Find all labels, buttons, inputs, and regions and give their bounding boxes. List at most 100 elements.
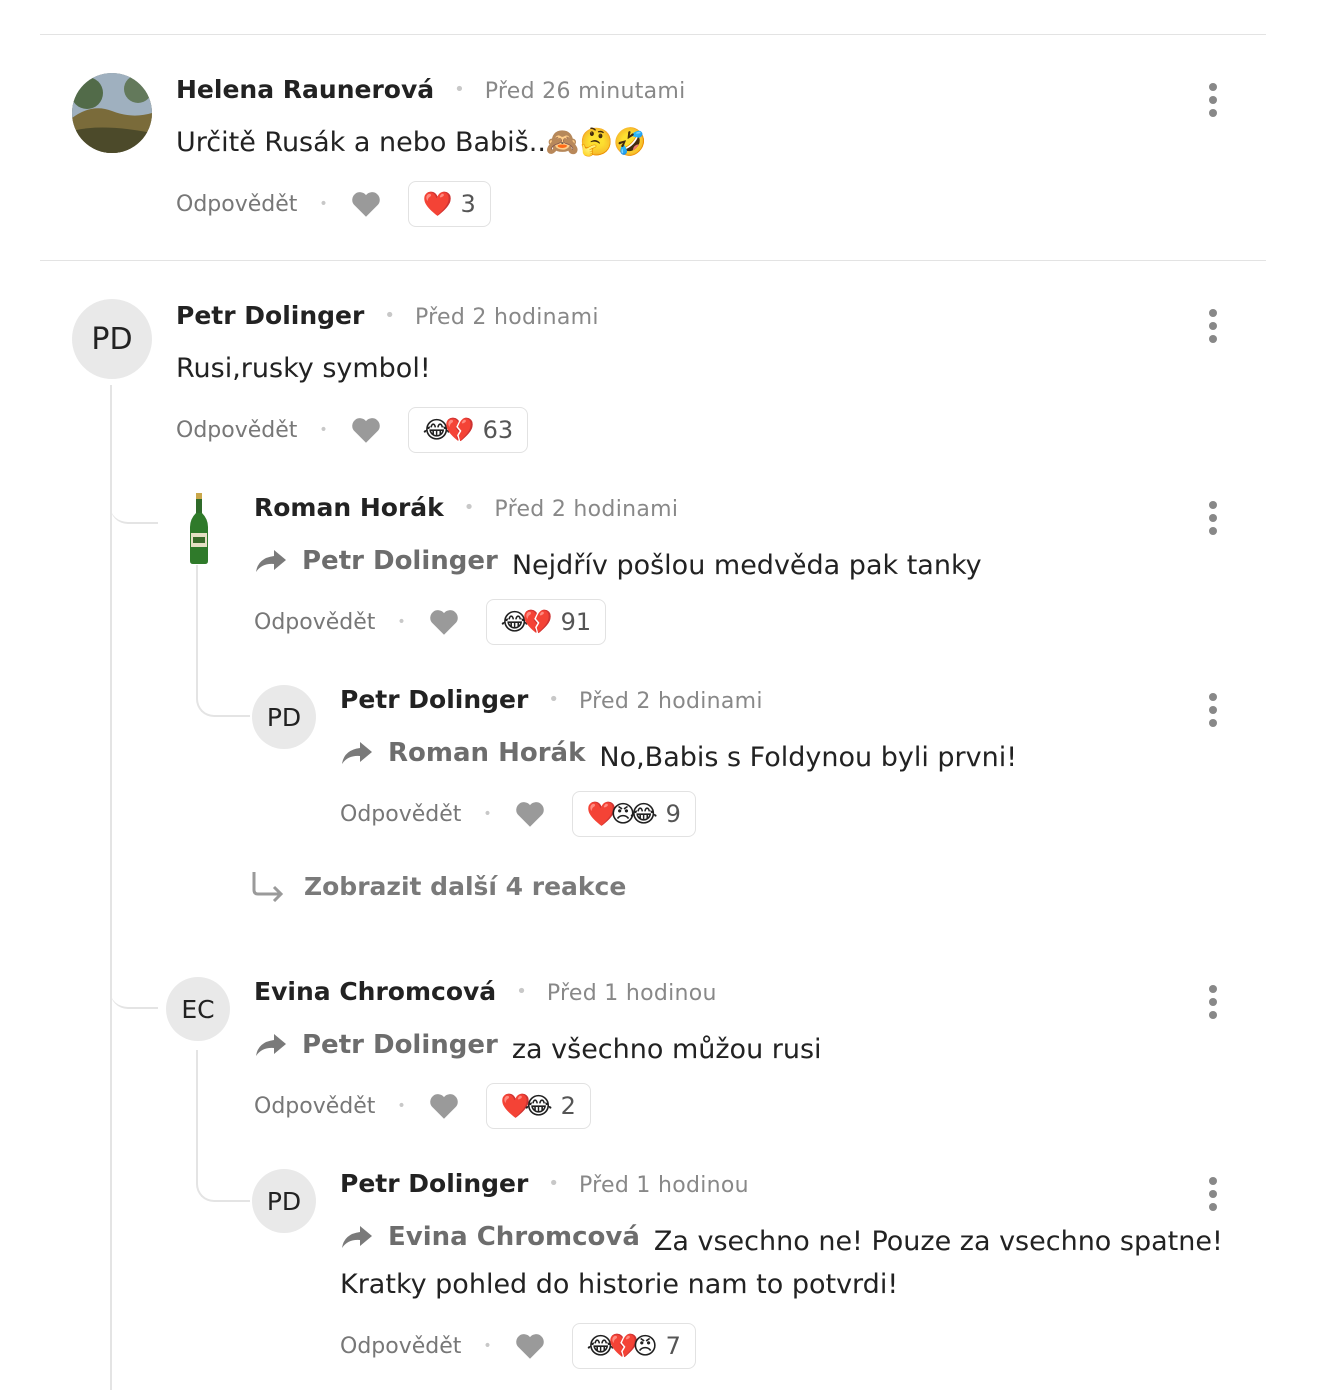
author-name[interactable]: Petr Dolinger xyxy=(176,301,364,330)
meta-separator: • xyxy=(454,79,465,100)
reply-to-name[interactable]: Petr Dolinger xyxy=(302,1021,498,1069)
more-options-icon[interactable] xyxy=(1208,693,1218,727)
reply-button[interactable]: Odpovědět xyxy=(254,1094,375,1119)
reply-to-name[interactable]: Roman Horák xyxy=(388,729,585,777)
reaction-emojis: 😂 💔 😠 xyxy=(587,1332,658,1360)
reply-reference[interactable]: Petr Dolinger xyxy=(254,1021,498,1069)
thread-elbow xyxy=(110,470,158,524)
reaction-emoji: 💔 xyxy=(522,608,553,636)
reaction-count: 9 xyxy=(665,800,681,828)
comment-divider xyxy=(40,260,1266,261)
author-name[interactable]: Petr Dolinger xyxy=(340,1169,528,1198)
more-options-icon[interactable] xyxy=(1208,1177,1218,1211)
show-more-label: Zobrazit další 4 reakce xyxy=(304,871,627,901)
reaction-emoji: 😂 xyxy=(629,800,658,828)
like-heart-icon[interactable] xyxy=(514,800,546,828)
timestamp: Před 2 hodinami xyxy=(578,689,763,714)
reply-button[interactable]: Odpovědět xyxy=(340,802,461,827)
timestamp: Před 26 minutami xyxy=(484,79,686,104)
reply-arrow-icon xyxy=(256,1034,286,1056)
reply-button[interactable]: Odpovědět xyxy=(176,192,297,217)
reactions-summary[interactable]: 😂 💔 63 xyxy=(407,407,529,453)
reaction-emoji: 💔 xyxy=(444,416,475,444)
thread-elbow xyxy=(110,955,158,1009)
comment-text: Petr Dolinger za všechno můžou rusi xyxy=(254,1021,822,1074)
comment-text: Petr Dolinger Nejdřív pošlou medvěda pak… xyxy=(254,537,982,590)
reply-arrow-icon xyxy=(256,550,286,572)
reply-to-name[interactable]: Petr Dolinger xyxy=(302,537,498,585)
reaction-count: 63 xyxy=(482,416,514,444)
avatar[interactable]: PD xyxy=(72,299,152,379)
comment: PD Petr Dolinger • Před 2 hodinami Rusi,… xyxy=(72,299,1330,469)
timestamp: Před 1 hodinou xyxy=(546,981,717,1006)
top-divider xyxy=(40,34,1266,35)
comment: Helena Raunerová • Před 26 minutami Urči… xyxy=(72,73,1330,243)
reactions-summary[interactable]: ❤️ 3 xyxy=(407,181,491,227)
reactions-summary[interactable]: 😂 💔 91 xyxy=(485,599,607,645)
author-name[interactable]: Petr Dolinger xyxy=(340,685,528,714)
reply-reference[interactable]: Petr Dolinger xyxy=(254,537,498,585)
timestamp: Před 1 hodinou xyxy=(578,1173,749,1198)
avatar[interactable]: PD xyxy=(252,1169,316,1233)
comment-text-emojis: 🙈🤔🤣 xyxy=(545,127,647,158)
timestamp: Před 2 hodinami xyxy=(414,305,599,330)
reactions-summary[interactable]: ❤️ 😠 😂 9 xyxy=(571,791,696,837)
author-name[interactable]: Roman Horák xyxy=(254,493,444,522)
action-separator: • xyxy=(397,614,406,630)
landscape-photo-icon xyxy=(72,73,152,153)
avatar[interactable] xyxy=(72,73,152,153)
like-heart-icon[interactable] xyxy=(350,416,382,444)
comment-text: Evina Chromcová Za vsechno ne! Pouze za … xyxy=(340,1213,1223,1266)
comment-text-content: No,Babis s Foldynou byli prvni! xyxy=(599,742,1018,773)
action-separator: • xyxy=(319,422,328,438)
avatar[interactable]: PD xyxy=(252,685,316,749)
thread-line-main xyxy=(110,385,112,1390)
more-options-icon[interactable] xyxy=(1208,501,1218,535)
meta-separator: • xyxy=(548,689,559,710)
more-options-icon[interactable] xyxy=(1208,309,1218,343)
reaction-count: 7 xyxy=(665,1332,681,1360)
reaction-count: 2 xyxy=(560,1092,576,1120)
show-more-replies-link[interactable]: Zobrazit další 4 reakce xyxy=(250,870,626,902)
avatar[interactable]: EC xyxy=(166,977,230,1041)
action-separator: • xyxy=(397,1098,406,1114)
like-heart-icon[interactable] xyxy=(350,190,382,218)
meta-separator: • xyxy=(463,497,475,518)
reply-to-name[interactable]: Evina Chromcová xyxy=(388,1213,640,1261)
return-arrow-icon xyxy=(252,872,284,902)
action-separator: • xyxy=(319,196,328,212)
comment-text-line2: Kratky pohled do historie nam to potvrdi… xyxy=(340,1269,899,1300)
reply-button[interactable]: Odpovědět xyxy=(176,418,297,443)
reaction-emojis: ❤️ xyxy=(423,190,453,218)
beer-bottle-icon xyxy=(190,493,208,564)
author-name[interactable]: Evina Chromcová xyxy=(254,977,496,1006)
more-options-icon[interactable] xyxy=(1208,83,1218,117)
reactions-summary[interactable]: 😂 💔 😠 7 xyxy=(571,1323,696,1369)
reaction-emoji: 😂 xyxy=(524,1092,553,1120)
reply-button[interactable]: Odpovědět xyxy=(340,1334,461,1359)
comment-text: Rusi,rusky symbol! xyxy=(176,353,431,384)
reply-reference[interactable]: Evina Chromcová xyxy=(340,1213,640,1261)
like-heart-icon[interactable] xyxy=(428,1092,460,1120)
comment: EC Evina Chromcová • Před 1 hodinou Petr… xyxy=(166,975,1330,1145)
comment-text-content: Nejdřív pošlou medvěda pak tanky xyxy=(511,550,982,581)
meta-separator: • xyxy=(384,305,395,326)
like-heart-icon[interactable] xyxy=(428,608,460,636)
like-heart-icon[interactable] xyxy=(514,1332,546,1360)
reaction-emoji: ❤️ xyxy=(422,190,453,218)
avatar[interactable] xyxy=(184,493,214,565)
reaction-emojis: 😂 💔 xyxy=(423,416,475,444)
reply-arrow-icon xyxy=(342,742,372,764)
reactions-summary[interactable]: ❤️ 😂 2 xyxy=(485,1083,591,1129)
comment-text-content: Za vsechno ne! Pouze za vsechno spatne! xyxy=(653,1226,1223,1257)
reply-arrow-icon xyxy=(342,1226,372,1248)
comment-text-content: za všechno můžou rusi xyxy=(511,1034,822,1065)
comment-text-content: Určitě Rusák a nebo Babiš.. xyxy=(176,127,546,158)
reply-reference[interactable]: Roman Horák xyxy=(340,729,585,777)
timestamp: Před 2 hodinami xyxy=(494,497,679,522)
reaction-count: 3 xyxy=(460,190,476,218)
reply-button[interactable]: Odpovědět xyxy=(254,610,375,635)
author-name[interactable]: Helena Raunerová xyxy=(176,75,434,104)
more-options-icon[interactable] xyxy=(1208,985,1218,1019)
comment: PD Petr Dolinger • Před 1 hodinou Evina … xyxy=(252,1167,1330,1387)
